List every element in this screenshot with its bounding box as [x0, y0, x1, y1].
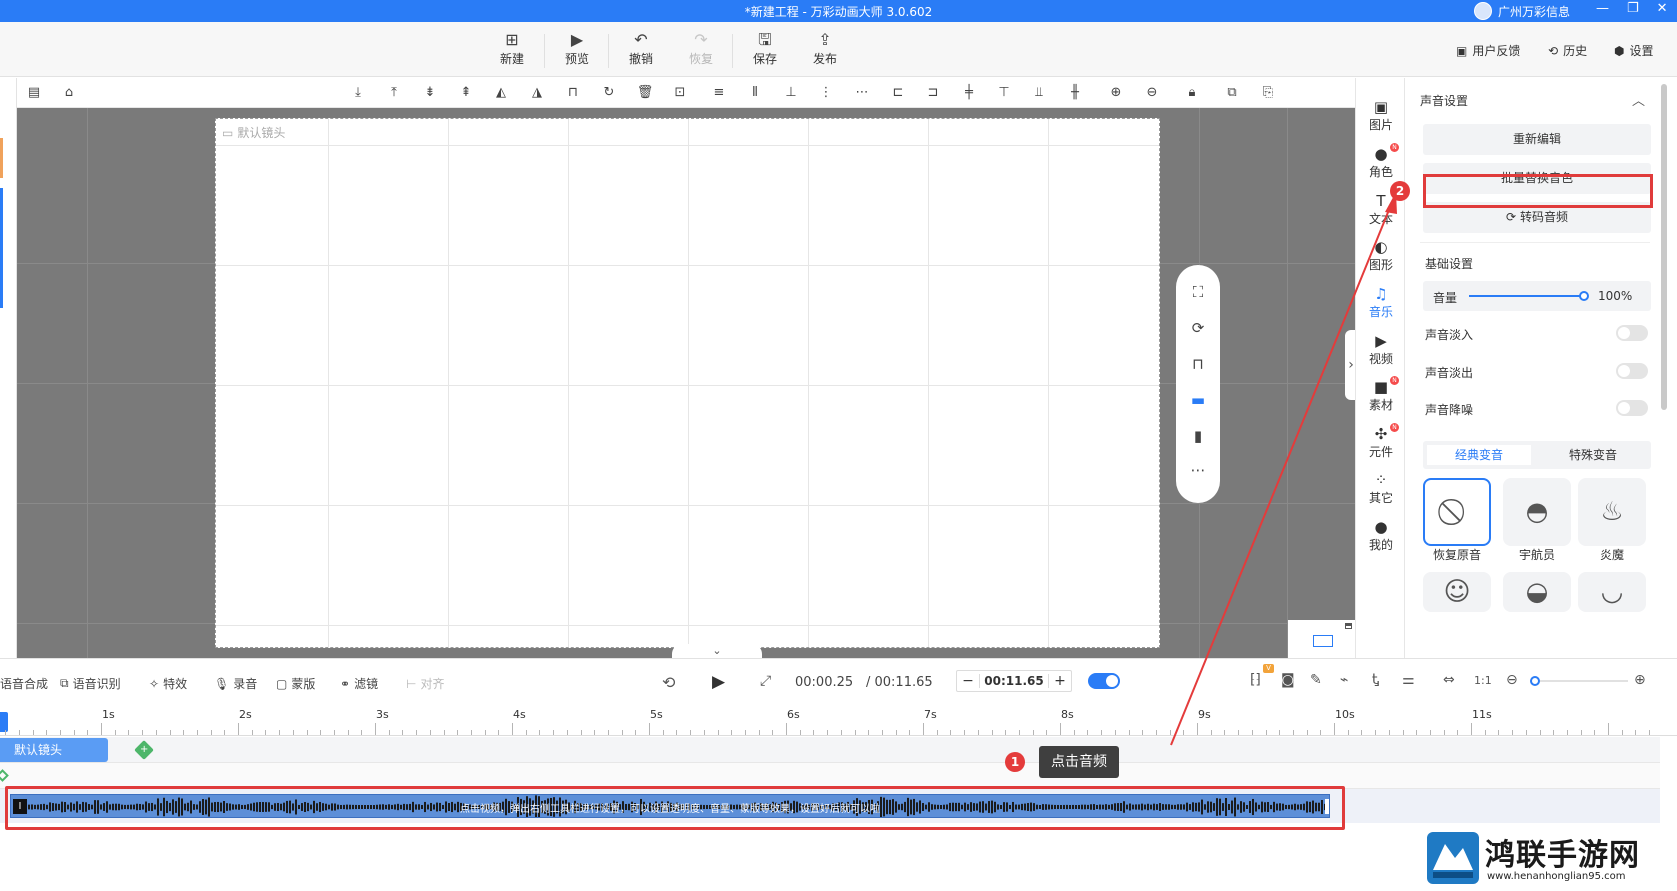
site-watermark: 鸿联手游网 www.henanhonglian95.com	[1425, 830, 1670, 888]
watermark-url: www.henanhonglian95.com	[1487, 871, 1626, 882]
watermark-brand: 鸿联手游网	[1485, 838, 1640, 873]
step-badge-1: 1	[1005, 752, 1025, 772]
step-badge-2: 2	[1390, 181, 1410, 201]
arrow-line	[1170, 204, 1392, 746]
step-tip: 点击音频	[1039, 746, 1119, 778]
annotation-arrow	[1170, 192, 1397, 746]
site-logo	[1427, 832, 1479, 884]
